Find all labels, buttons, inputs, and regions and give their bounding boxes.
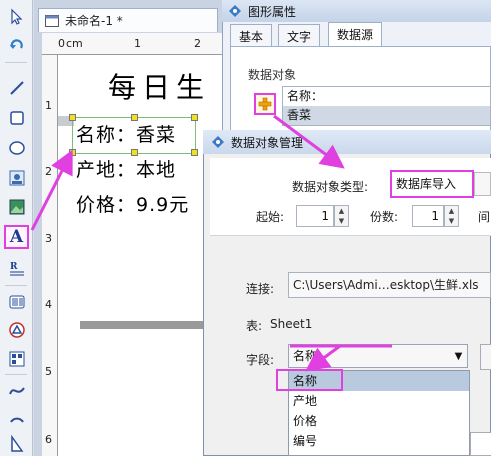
tab-data-source[interactable]: 数据源	[328, 22, 383, 46]
pointer-icon[interactable]	[4, 5, 29, 29]
ruler-mark: 2	[194, 37, 201, 50]
app-icon	[229, 5, 241, 17]
ruler-mark: 5	[45, 365, 52, 378]
arc-icon[interactable]	[4, 405, 29, 429]
interval-label: 间	[478, 210, 491, 224]
resize-handle[interactable]	[131, 114, 138, 121]
page-boundary	[80, 321, 222, 329]
datamatrix-icon[interactable]	[4, 347, 29, 371]
ruler-mark: cm	[66, 37, 83, 50]
resize-handle[interactable]	[131, 149, 138, 156]
document-icon	[45, 14, 59, 27]
table-value: Sheet1	[270, 317, 313, 331]
connection-label: 连接:	[246, 282, 275, 296]
resize-handle[interactable]	[191, 114, 198, 121]
document-tab[interactable]: 未命名-1 *	[38, 8, 218, 32]
start-label: 起始:	[256, 210, 285, 224]
picture-icon[interactable]	[4, 195, 29, 219]
curve-icon[interactable]	[4, 379, 29, 403]
list-item[interactable]: 名称：	[283, 87, 490, 106]
chevron-down-icon[interactable]: ▼	[450, 345, 467, 367]
svg-text:R: R	[10, 262, 18, 272]
field-option[interactable]: 价格	[289, 411, 469, 431]
copies-label: 份数:	[370, 210, 399, 224]
type-label: 数据对象类型:	[292, 180, 369, 194]
field-option[interactable]: 编号	[289, 431, 469, 451]
resize-handle[interactable]	[69, 149, 76, 156]
text-icon[interactable]: A	[4, 225, 29, 249]
list-item[interactable]: 香菜	[283, 106, 490, 125]
vertical-ruler: 1 2 3 4 5 6	[42, 55, 58, 456]
tab-text[interactable]: 文字	[278, 24, 321, 46]
tab-basic[interactable]: 基本	[230, 24, 273, 46]
label-line-origin[interactable]: 产地：本地	[76, 155, 176, 182]
copies-input[interactable]: 1	[412, 205, 444, 227]
rectangle-icon[interactable]	[4, 106, 29, 130]
connection-field[interactable]: C:\Users\Admi…esktop\生鲜.xls	[288, 272, 491, 298]
dialog-title: 数据对象管理	[231, 135, 304, 150]
ruler-mark: 3	[45, 232, 52, 245]
data-object-type-select[interactable]: 数据库导入	[390, 170, 474, 198]
copies-stepper[interactable]: ▲ ▼	[444, 205, 459, 227]
data-object-label: 数据对象	[248, 68, 297, 82]
qrcode-icon[interactable]	[4, 318, 29, 342]
data-object-list[interactable]: 名称： 香菜	[282, 86, 491, 126]
dialog-title-bar[interactable]: 数据对象管理	[203, 130, 491, 154]
rotate-icon[interactable]	[4, 33, 29, 57]
document-tab-title: 未命名-1 *	[65, 14, 123, 28]
ruler-mark: 1	[134, 37, 141, 50]
resize-handle[interactable]	[69, 114, 76, 121]
side-button[interactable]	[480, 344, 491, 370]
label-line-price[interactable]: 价格：9.9元	[76, 190, 189, 217]
horizontal-ruler: 0 cm 1 2	[42, 33, 222, 55]
field-select[interactable]: 名称	[288, 344, 468, 368]
barcode-icon[interactable]	[4, 290, 29, 314]
ruler-mark: 2	[45, 165, 52, 178]
toolbox: A R	[0, 0, 33, 456]
ruler-mark: 0	[58, 37, 65, 50]
field-label: 字段:	[246, 353, 275, 367]
ellipse-icon[interactable]	[4, 136, 29, 160]
table-label: 表:	[246, 319, 263, 333]
add-data-object-button[interactable]	[254, 93, 276, 115]
selection-box[interactable]	[69, 114, 198, 156]
image-icon[interactable]	[4, 166, 29, 190]
option-highlight	[276, 369, 343, 391]
ruler-mark: 1	[45, 99, 52, 112]
field-option[interactable]: 产地	[289, 391, 469, 411]
ruler-mark: 4	[45, 298, 52, 311]
ruler-mark: 6	[45, 433, 52, 446]
plus-icon	[258, 97, 272, 111]
properties-title: 图形属性	[248, 4, 297, 19]
type-dropdown-button[interactable]	[474, 172, 491, 196]
app-icon	[212, 136, 224, 148]
start-stepper[interactable]: ▲ ▼	[334, 205, 349, 227]
properties-title-bar[interactable]: 图形属性	[222, 0, 491, 22]
scroll-area[interactable]	[470, 432, 491, 456]
start-input[interactable]: 1	[296, 205, 334, 227]
line-icon[interactable]	[4, 76, 29, 100]
rich-text-icon[interactable]: R	[4, 257, 29, 281]
resize-handle[interactable]	[191, 149, 198, 156]
polygon-icon[interactable]	[4, 432, 29, 456]
label-title[interactable]: 每日生	[108, 66, 210, 106]
